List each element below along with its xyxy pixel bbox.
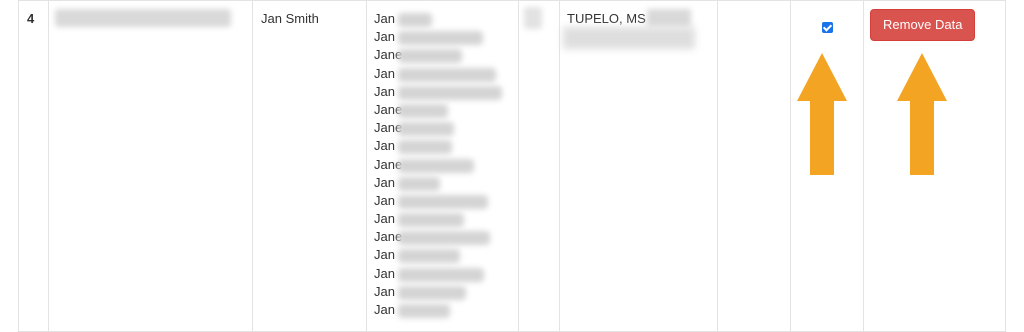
list-item: Jan bbox=[374, 138, 518, 156]
redacted-alias-surname bbox=[398, 13, 432, 27]
list-item: Jane bbox=[374, 120, 518, 138]
aliases-list: Jan Jan Jane Jan Jan Jane Jane Jan Jane Jan Jan Jan… bbox=[367, 1, 518, 320]
redacted-alias-surname bbox=[398, 267, 484, 282]
redacted-location-zip bbox=[647, 9, 691, 27]
alias-first-name: Jan bbox=[374, 174, 395, 190]
alias-first-name: Jan bbox=[374, 302, 395, 317]
redacted-alias-surname bbox=[398, 304, 450, 318]
redacted-alias-surname bbox=[398, 213, 464, 228]
alias-first-name: Jan bbox=[374, 11, 395, 26]
redacted-alias-surname bbox=[398, 249, 460, 264]
location-text: TUPELO, MS bbox=[567, 11, 646, 26]
list-item: Jan bbox=[374, 66, 518, 84]
list-item: Jane bbox=[374, 102, 518, 120]
redacted-alias-surname bbox=[398, 285, 466, 300]
list-item: Jan bbox=[374, 84, 518, 102]
redacted-alias-surname bbox=[398, 85, 502, 100]
redacted-alias-surname bbox=[398, 49, 462, 64]
list-item: Jan bbox=[374, 29, 518, 47]
record-name-cell bbox=[48, 0, 253, 332]
redacted-alias-surname bbox=[398, 31, 483, 46]
redacted-small-cell bbox=[518, 0, 560, 332]
row-number: 4 bbox=[27, 11, 35, 26]
list-item: Jan bbox=[374, 211, 518, 229]
list-item: Jan bbox=[374, 247, 518, 265]
list-item: Jane bbox=[374, 47, 518, 65]
redacted-alias-surname bbox=[398, 176, 440, 191]
empty-cell bbox=[717, 0, 791, 332]
alias-first-name: Jan bbox=[374, 247, 395, 263]
list-item: Jane bbox=[374, 157, 518, 175]
remove-data-button[interactable]: Remove Data bbox=[870, 9, 976, 41]
results-table: 4 Jan Smith Jan Jan Jane Jan Jan Jane Jane Jan J… bbox=[18, 0, 1006, 332]
row-select-checkbox[interactable] bbox=[821, 22, 833, 33]
table-row: 4 Jan Smith Jan Jan Jane Jan Jan Jane Jane Jan J… bbox=[18, 0, 1006, 332]
list-item: Jan bbox=[374, 302, 518, 320]
redacted-alias-surname bbox=[398, 103, 448, 118]
aliases-cell: Jan Jan Jane Jan Jan Jane Jane Jan Jane Jan Jan Jan… bbox=[366, 0, 519, 332]
alias-first-name: Jan bbox=[374, 83, 395, 99]
row-number-cell: 4 bbox=[18, 0, 49, 332]
redacted-alias-surname bbox=[398, 231, 490, 246]
alias-first-name: Jan bbox=[374, 192, 395, 208]
redacted-alias-surname bbox=[398, 140, 452, 155]
location-cell: TUPELO, MS bbox=[559, 0, 718, 332]
list-item: Jan bbox=[374, 193, 518, 211]
redacted-small-value bbox=[524, 7, 542, 29]
alias-first-name: Jan bbox=[374, 138, 395, 154]
owner-name: Jan Smith bbox=[261, 11, 319, 26]
redacted-alias-surname bbox=[398, 122, 454, 137]
owner-name-cell: Jan Smith bbox=[252, 0, 367, 332]
list-item: Jane bbox=[374, 229, 518, 247]
redacted-record-name bbox=[55, 9, 231, 27]
list-item: Jan bbox=[374, 175, 518, 193]
redacted-location-address bbox=[563, 27, 695, 49]
list-item: Jan bbox=[374, 11, 518, 29]
arrow-up-icon bbox=[797, 53, 847, 175]
redacted-alias-surname bbox=[398, 67, 496, 82]
alias-first-name: Jan bbox=[374, 65, 395, 81]
results-table-wrapper: 4 Jan Smith Jan Jan Jane Jan Jan Jane Jane Jan J… bbox=[0, 0, 1024, 332]
list-item: Jan bbox=[374, 284, 518, 302]
alias-first-name: Jan bbox=[374, 265, 395, 281]
alias-first-name: Jan bbox=[374, 29, 395, 45]
redacted-alias-surname bbox=[398, 194, 488, 209]
alias-first-name: Jan bbox=[374, 283, 395, 299]
alias-first-name: Jan bbox=[374, 211, 395, 227]
arrow-up-icon bbox=[897, 53, 947, 175]
redacted-alias-surname bbox=[398, 158, 474, 173]
list-item: Jan bbox=[374, 266, 518, 284]
